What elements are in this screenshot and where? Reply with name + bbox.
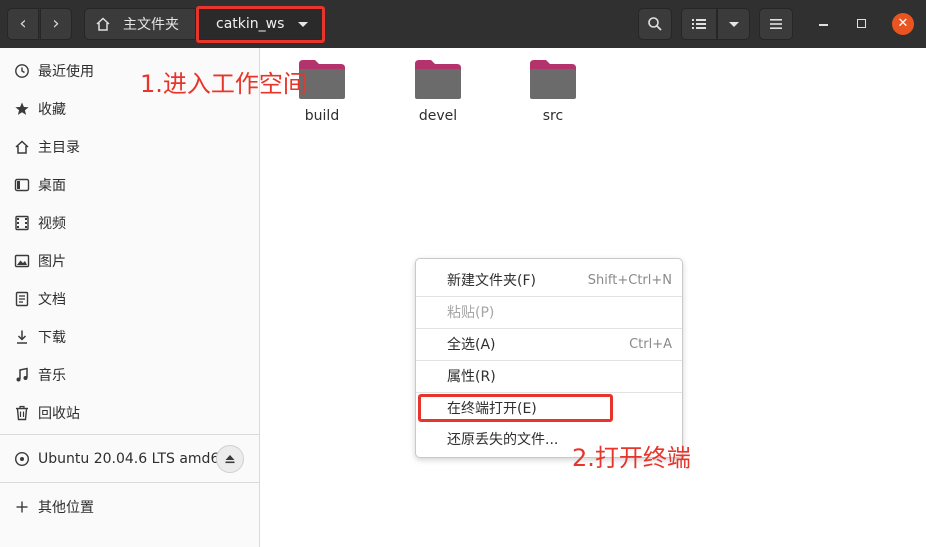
search-button[interactable] [638, 8, 672, 40]
plus-icon [14, 499, 30, 515]
folder-item[interactable]: devel [403, 58, 473, 124]
sidebar-item-documents[interactable]: 文档 [0, 280, 260, 318]
folder-icon [530, 60, 576, 99]
path-home-label: 主文件夹 [123, 17, 179, 33]
menu-separator [416, 328, 682, 329]
sidebar-item-music[interactable]: 音乐 [0, 356, 260, 394]
search-icon [648, 17, 662, 31]
sidebar: 最近使用 收藏 主目录 桌面 视频 图片 文档 下载 音乐 回收站 Ubuntu… [0, 48, 260, 547]
folder-item[interactable]: src [518, 58, 588, 124]
menu-item-new-folder[interactable]: 新建文件夹(F) Shift+Ctrl+N [416, 266, 682, 294]
eject-icon [225, 455, 235, 464]
menu-separator [416, 296, 682, 297]
annotation-step2: 2.打开终端 [572, 444, 691, 472]
sidebar-item-label: 视频 [38, 216, 66, 232]
sidebar-item-label: 音乐 [38, 368, 66, 384]
list-view-icon [692, 19, 706, 29]
chevron-left-icon: ‹ [19, 13, 27, 34]
menu-separator [416, 392, 682, 393]
annotation-highlight-terminal [418, 394, 613, 422]
sidebar-item-trash[interactable]: 回收站 [0, 394, 260, 432]
trash-icon [14, 405, 30, 421]
sidebar-item-label: Ubuntu 20.04.6 LTS amd64 [38, 451, 229, 467]
context-menu: 新建文件夹(F) Shift+Ctrl+N 粘贴(P) 全选(A) Ctrl+A… [415, 258, 683, 458]
forward-button[interactable]: › [40, 8, 72, 40]
picture-icon [14, 253, 30, 269]
close-button[interactable]: ✕ [892, 13, 914, 35]
star-icon [14, 101, 30, 117]
sidebar-item-label: 最近使用 [38, 64, 94, 80]
sidebar-item-desktop[interactable]: 桌面 [0, 166, 260, 204]
menu-item-label: 粘贴(P) [447, 305, 495, 321]
menu-item-label: 属性(R) [447, 369, 496, 385]
annotation-highlight-path [196, 6, 325, 43]
sidebar-item-other-locations[interactable]: 其他位置 [0, 488, 260, 526]
path-home-button[interactable]: 主文件夹 [84, 8, 196, 40]
sidebar-item-downloads[interactable]: 下载 [0, 318, 260, 356]
sidebar-item-label: 其他位置 [38, 500, 94, 516]
sidebar-divider [0, 482, 260, 483]
menu-item-label: 全选(A) [447, 337, 496, 353]
sidebar-item-home[interactable]: 主目录 [0, 128, 260, 166]
sidebar-item-label: 图片 [38, 254, 66, 270]
document-icon [14, 291, 30, 307]
eject-button[interactable] [216, 445, 244, 473]
download-icon [14, 329, 30, 345]
menu-item-select-all[interactable]: 全选(A) Ctrl+A [416, 330, 682, 358]
home-icon [96, 17, 110, 31]
minimize-button[interactable] [816, 16, 832, 32]
caret-down-icon [728, 21, 739, 27]
music-icon [14, 367, 30, 383]
folder-name: devel [418, 108, 458, 124]
sidebar-item-label: 文档 [38, 292, 66, 308]
sidebar-item-label: 收藏 [38, 102, 66, 118]
menu-item-accel: Ctrl+A [629, 336, 672, 352]
sidebar-item-label: 下载 [38, 330, 66, 346]
close-icon: ✕ [897, 16, 909, 31]
hamburger-icon [770, 19, 782, 29]
list-view-button[interactable] [681, 8, 717, 40]
clock-icon [14, 63, 30, 79]
folder-icon [415, 60, 461, 99]
header-bar: ‹ › 主文件夹 catkin_ws ✕ [0, 0, 926, 48]
sidebar-item-label: 桌面 [38, 178, 66, 194]
annotation-step1: 1.进入工作空间 [140, 70, 307, 98]
menu-separator [416, 360, 682, 361]
menu-item-paste[interactable]: 粘贴(P) [416, 298, 682, 326]
menu-item-accel: Shift+Ctrl+N [587, 272, 672, 288]
maximize-button[interactable] [853, 16, 869, 32]
back-button[interactable]: ‹ [7, 8, 39, 40]
view-options-button[interactable] [717, 8, 750, 40]
sidebar-item-label: 主目录 [38, 140, 80, 156]
menu-item-label: 还原丢失的文件... [447, 432, 559, 448]
sidebar-item-videos[interactable]: 视频 [0, 204, 260, 242]
hamburger-menu-button[interactable] [759, 8, 793, 40]
menu-item-label: 新建文件夹(F) [447, 273, 536, 289]
chevron-right-icon: › [52, 13, 60, 34]
disc-icon [14, 451, 30, 467]
menu-item-properties[interactable]: 属性(R) [416, 362, 682, 390]
sidebar-item-label: 回收站 [38, 406, 80, 422]
sidebar-divider [0, 434, 260, 435]
folder-name: build [304, 108, 340, 124]
folder-name: src [542, 108, 564, 124]
sidebar-item-pictures[interactable]: 图片 [0, 242, 260, 280]
desktop-icon [14, 177, 30, 193]
video-icon [14, 215, 30, 231]
home-icon [14, 139, 30, 155]
